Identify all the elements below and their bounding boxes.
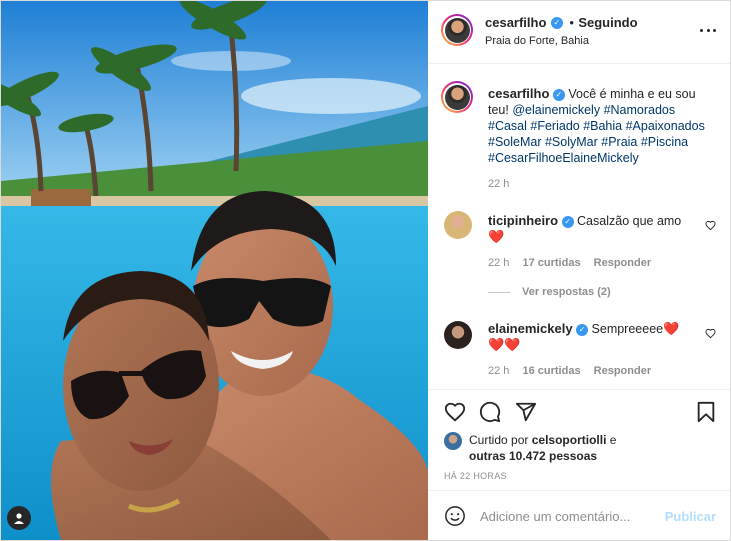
post-dialog: cesarfilho ✓ • Seguindo Praia do Forte, …	[0, 0, 731, 541]
more-horizontal-icon[interactable]	[700, 23, 716, 37]
comment-input[interactable]: Adicione um comentário...	[480, 509, 630, 524]
comment-author[interactable]: elainemickely	[488, 321, 573, 336]
dot-separator: •	[569, 15, 574, 30]
caption-hashtags-4[interactable]: #CesarFilhoeElaineMickely	[488, 151, 639, 165]
caption-time[interactable]: 22 h	[488, 178, 509, 190]
caption-author-avatar[interactable]	[441, 81, 473, 113]
share-plane-icon[interactable]	[515, 401, 537, 423]
publish-button[interactable]: Publicar	[665, 509, 716, 524]
liked-by-others[interactable]: outras 10.472 pessoas	[469, 449, 597, 463]
comment-meta: 22 h 17 curtidas Responder	[488, 257, 651, 269]
author-avatar[interactable]	[441, 14, 473, 46]
add-comment-bar: Adicione um comentário... Publicar	[429, 490, 730, 541]
caption-hashtags-1[interactable]: #Namorados	[604, 103, 676, 117]
comment-meta: 22 h 16 curtidas Responder	[488, 365, 651, 377]
heart-emoji: ❤️	[488, 229, 505, 244]
follow-status[interactable]: Seguindo	[578, 15, 637, 30]
liked-by-prefix: Curtido por	[469, 433, 529, 447]
comment-body: Casalzão que amo	[577, 214, 682, 228]
view-replies-button[interactable]: Ver respostas (2)	[488, 286, 611, 298]
caption-author[interactable]: cesarfilho	[488, 86, 549, 101]
author-line: cesarfilho ✓ • Seguindo	[485, 14, 638, 32]
post-side-panel: cesarfilho ✓ • Seguindo Praia do Forte, …	[429, 1, 730, 540]
comment-body: Sempreeeee	[591, 322, 664, 336]
commenter-avatar[interactable]	[444, 211, 472, 239]
heart-emoji: ❤️	[663, 321, 680, 336]
caption-hashtags-2[interactable]: #Casal #Feriado #Bahia #Apaixonados	[488, 119, 705, 133]
post-photo[interactable]	[1, 1, 428, 540]
comment-time[interactable]: 22 h	[488, 365, 509, 377]
save-bookmark-icon[interactable]	[696, 401, 716, 423]
view-replies-label: Ver respostas (2)	[522, 286, 611, 298]
post-timestamp[interactable]: HÁ 22 HORAS	[444, 471, 507, 481]
verified-icon: ✓	[552, 88, 565, 101]
reply-button[interactable]: Responder	[594, 365, 651, 377]
reply-button[interactable]: Responder	[594, 257, 651, 269]
comment-likes[interactable]: 17 curtidas	[522, 257, 580, 269]
verified-icon: ✓	[550, 16, 563, 29]
comment-text: elainemickely ✓ Sempreeeee❤️ ❤️❤️	[488, 321, 698, 353]
photo-illustration	[1, 1, 428, 540]
liked-by-connector: e	[609, 433, 617, 447]
comment-time[interactable]: 22 h	[488, 257, 509, 269]
verified-icon: ✓	[576, 323, 589, 336]
like-heart-icon[interactable]	[444, 401, 466, 423]
comment-text: ticipinheiro ✓ Casalzão que amo ❤️	[488, 213, 688, 245]
post-actions: Curtido por celsoportiolli e outras 10.4…	[429, 389, 730, 481]
commenter-avatar[interactable]	[444, 321, 472, 349]
liker-avatar[interactable]	[444, 432, 462, 450]
heart-emoji-line: ❤️❤️	[488, 337, 521, 352]
post-header: cesarfilho ✓ • Seguindo Praia do Forte, …	[429, 1, 730, 64]
tagged-users-icon[interactable]	[7, 506, 31, 530]
likes-summary: Curtido por celsoportiolli e outras 10.4…	[469, 432, 719, 464]
post-location[interactable]: Praia do Forte, Bahia	[485, 35, 589, 47]
caption-text: cesarfilho ✓ Você é minha e eu sou teu! …	[488, 86, 718, 166]
like-comment-heart-icon[interactable]	[705, 220, 716, 231]
author-username[interactable]: cesarfilho	[485, 15, 546, 30]
emoji-picker-icon[interactable]	[444, 505, 466, 527]
comment-author[interactable]: ticipinheiro	[488, 213, 558, 228]
comment-bubble-icon[interactable]	[479, 401, 501, 423]
comment-likes[interactable]: 16 curtidas	[522, 365, 580, 377]
like-comment-heart-icon[interactable]	[705, 328, 716, 339]
caption-mention[interactable]: @elainemickely	[512, 103, 600, 117]
caption-hashtags-3[interactable]: #SoleMar #SolyMar #Praia #Piscina	[488, 135, 688, 149]
liked-by-user[interactable]: celsoportiolli	[532, 433, 607, 447]
verified-icon: ✓	[561, 215, 574, 228]
